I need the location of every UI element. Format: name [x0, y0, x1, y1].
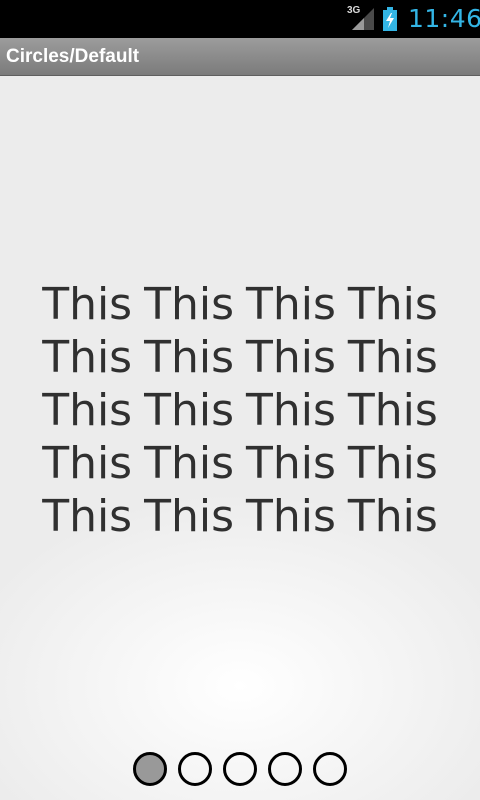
text-line: This This This This [42, 279, 438, 330]
circle-page-indicator[interactable] [0, 752, 480, 788]
text-line: This This This This [42, 491, 438, 542]
status-bar: 3G 11:46 [0, 0, 480, 38]
view-pager[interactable]: This This This This This This This This … [0, 76, 480, 800]
page-title: Circles/Default [6, 46, 140, 67]
signal-icon [352, 8, 374, 30]
page-dot[interactable] [268, 752, 302, 786]
status-clock: 11:46 [408, 4, 480, 33]
page-dot[interactable] [223, 752, 257, 786]
text-line: This This This This [42, 438, 438, 489]
battery-charging-icon [383, 7, 397, 31]
page-content: This This This This This This This This … [0, 278, 480, 543]
page-dot[interactable] [178, 752, 212, 786]
title-bar: Circles/Default [0, 38, 480, 76]
page-dot[interactable] [313, 752, 347, 786]
page-dot-active[interactable] [133, 752, 167, 786]
app-screen: 3G 11:46 Circles/Default This This This … [0, 0, 480, 800]
text-line: This This This This [42, 385, 438, 436]
text-line: This This This This [42, 332, 438, 383]
